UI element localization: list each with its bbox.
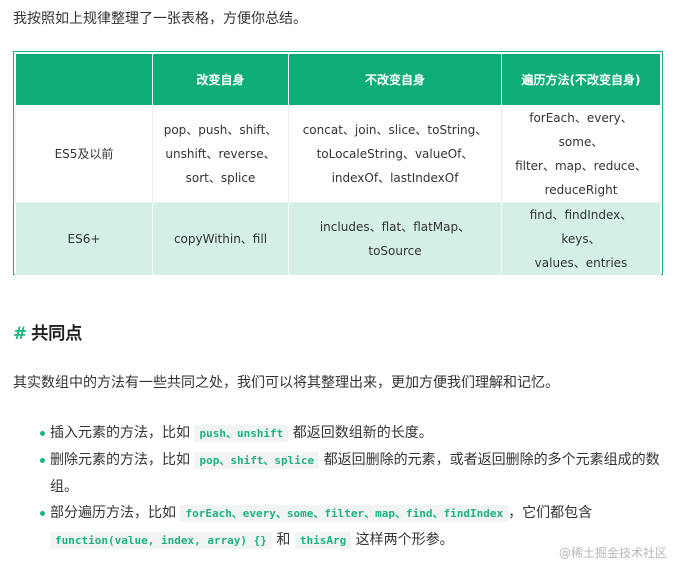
cell-line: includes、flat、flatMap、 [319, 220, 471, 234]
cell-line: toSource [368, 244, 422, 258]
intro-text: 我按照如上规律整理了一张表格，方便你总结。 [13, 11, 307, 27]
section-heading: # 共同点 [13, 322, 82, 346]
row-label: ES5及以前 [15, 105, 153, 203]
mutating-cell: copyWithin、fill [152, 202, 289, 276]
table-row: ES6+ copyWithin、fill includes、flat、flatM… [15, 202, 661, 276]
list-item: 插入元素的方法，比如 push、unshift 都返回数组新的长度。 [40, 420, 665, 447]
heading-title: 共同点 [31, 324, 83, 344]
header-iteration: 遍历方法(不改变自身) [501, 53, 661, 106]
item-text: 都返回数组新的长度。 [292, 425, 433, 441]
cell-line: pop、push、shift、 [163, 123, 278, 137]
iteration-cell: forEach、every、some、 filter、map、reduce、 r… [501, 105, 661, 203]
cell-line: values、entries [534, 256, 628, 270]
cell-line: reduceRight [544, 183, 618, 197]
section-paragraph: 其实数组中的方法有一些共同之处，我们可以将其整理出来，更加方便我们理解和记忆。 [13, 375, 559, 391]
cell-line: unshift、reverse、 [165, 147, 276, 161]
item-text: 部分遍历方法，比如 [50, 505, 176, 521]
cell-line: toLocaleString、valueOf、 [316, 147, 474, 161]
table-row: ES5及以前 pop、push、shift、 unshift、reverse、 … [15, 105, 661, 203]
non-mutating-cell: includes、flat、flatMap、 toSource [288, 202, 502, 276]
inline-code: forEach、every、some、filter、map、find、findI… [180, 505, 509, 522]
cell-line: indexOf、lastIndexOf [331, 171, 459, 185]
header-mutating: 改变自身 [152, 53, 289, 106]
table-header-row: 改变自身 不改变自身 遍历方法(不改变自身) [15, 53, 661, 106]
non-mutating-cell: concat、join、slice、toString、 toLocaleStri… [288, 105, 502, 203]
cell-line: concat、join、slice、toString、 [302, 123, 488, 137]
header-non-mutating: 不改变自身 [288, 53, 502, 106]
cell-line: filter、map、reduce、 [515, 159, 647, 173]
item-text: 这样两个形参。 [355, 532, 454, 548]
inline-code: pop、shift、splice [194, 452, 320, 469]
points-list: 插入元素的方法，比如 push、unshift 都返回数组新的长度。 删除元素的… [40, 420, 665, 554]
cell-line: forEach、every、some、 [529, 111, 633, 149]
cell-line: sort、splice [185, 171, 256, 185]
watermark: @稀土掘金技术社区 [558, 546, 667, 560]
cell-line: copyWithin、fill [173, 232, 268, 246]
inline-code: push、unshift [194, 425, 289, 442]
cell-line: find、findIndex、keys、 [529, 208, 633, 246]
item-text: ，它们都包含 [508, 505, 593, 521]
array-methods-table: 改变自身 不改变自身 遍历方法(不改变自身) ES5及以前 pop、push、s… [13, 51, 663, 276]
list-item: 删除元素的方法，比如 pop、shift、splice 都返回删除的元素，或者返… [40, 447, 665, 500]
header-empty [15, 53, 153, 106]
item-text: 插入元素的方法，比如 [50, 425, 190, 441]
inline-code: thisArg [294, 532, 352, 549]
row-label: ES6+ [15, 202, 153, 276]
item-text: 和 [276, 532, 291, 548]
item-text: 删除元素的方法，比如 [50, 452, 190, 468]
mutating-cell: pop、push、shift、 unshift、reverse、 sort、sp… [152, 105, 289, 203]
iteration-cell: find、findIndex、keys、 values、entries [501, 202, 661, 276]
inline-code: function(value, index, array) {} [50, 532, 272, 549]
heading-anchor-link[interactable]: # [13, 324, 27, 344]
